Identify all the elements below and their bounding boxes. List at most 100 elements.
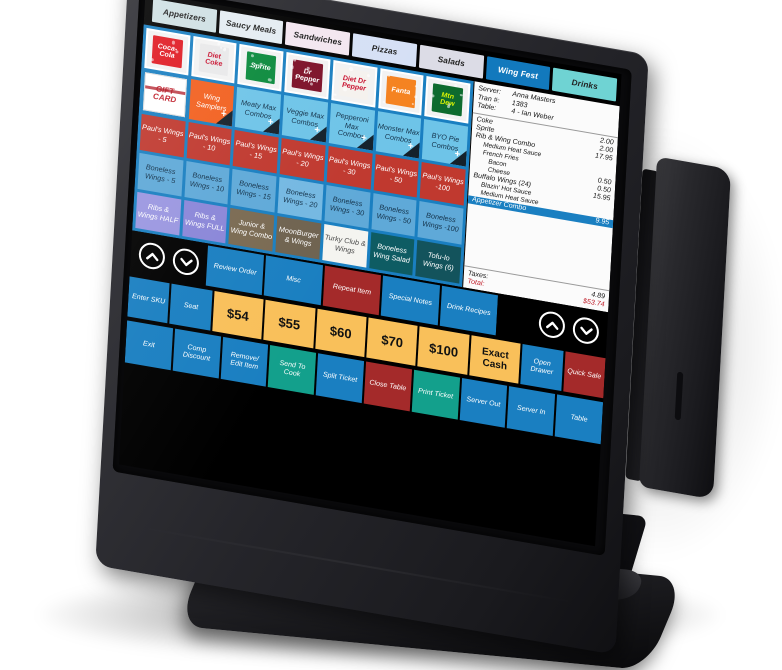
action-button-table[interactable]: Table [555,394,603,444]
add-modifier-plus-icon[interactable] [450,148,467,167]
product-button-label: Tofu-lo Wings (6) [417,249,460,274]
product-button-dr-pepper[interactable]: Dr Pepper [284,52,330,100]
pay-button-exact-cash[interactable]: Exact Cash [469,335,521,384]
function-button-special-notes[interactable]: Special Notes [381,276,440,326]
product-button-label: Paul's Wings - 50 [375,163,418,188]
product-button-meaty-max-combos[interactable]: Meaty Max Combos [235,87,281,135]
order-receipt-panel: Server: Anna Masters Tran #: 1383 Table:… [462,81,620,312]
tab-label: Sandwiches [293,30,342,47]
bubble-decoration [447,104,450,108]
bubble-decoration [212,49,215,52]
bubble-decoration [366,73,370,77]
pay-button--60[interactable]: $60 [315,309,367,358]
product-button-tofu-lo-wings-6[interactable]: Tofu-lo Wings (6) [416,240,462,284]
scroll-down-icon-left[interactable] [172,247,199,277]
product-button-label: Paul's Wings - 20 [281,147,324,172]
add-modifier-plus-icon[interactable] [263,116,280,135]
add-modifier-plus-icon[interactable] [216,108,233,127]
pay-button-seat[interactable]: Seat [170,284,213,331]
product-button-veggie-max-combos[interactable]: Veggie Max Combos [282,95,328,143]
product-button-sprite[interactable]: Sprite [238,44,284,92]
bubble-decoration [454,83,457,87]
product-button-paul-s-wings-15[interactable]: Paul's Wings - 15 [233,130,279,174]
product-button-paul-s-wings-5[interactable]: Paul's Wings - 5 [140,114,186,158]
product-button-turky-club-wings[interactable]: Turky Club & Wings [322,224,368,268]
product-button-label: Boneless Wings -100 [419,210,462,235]
product-button-diet-dr-pepper[interactable]: Diet Dr Pepper [331,60,377,108]
pay-button--54[interactable]: $54 [212,291,264,340]
product-button-paul-s-wings-30[interactable]: Paul's Wings - 30 [327,146,373,190]
product-button-boneless-wings-10[interactable]: Boneless Wings - 10 [184,161,230,205]
product-button-paul-s-wings-100[interactable]: Paul's Wings -100 [420,162,466,206]
product-button-pepperoni-max-combos[interactable]: Pepperoni Max Combos [329,103,375,151]
action-button-server-in[interactable]: Server In [507,386,555,436]
product-button-diet-coke[interactable]: Diet Coke [191,36,237,84]
product-button-moonburger-wings[interactable]: MoonBurger & Wings [275,216,321,260]
action-button-exit[interactable]: Exit [125,320,173,370]
product-button-fanta[interactable]: Fanta [378,68,424,116]
receipt-item-list[interactable]: Coke 2.00 Sprite 2.00 Rib & Wing Combo 17.95 M… [464,113,618,290]
product-button-byo-pie-combos[interactable]: BYO Pie Combos [422,119,468,167]
pay-button-quick-sale[interactable]: Quick Sale [563,351,606,398]
pay-button--70[interactable]: $70 [366,317,418,366]
product-button-label: Boneless Wings - 20 [279,186,322,211]
action-button-remove-edit-item[interactable]: Remove/ Edit Item [220,337,268,387]
action-button-comp-discount[interactable]: Comp Discount [173,329,221,379]
product-button-coca-cola[interactable]: Coca-Cola [144,28,190,76]
product-button-junior-wing-combo[interactable]: Junior & Wing Combo [229,208,275,252]
function-button-repeat-item[interactable]: Repeat Item [323,266,382,316]
add-modifier-plus-icon[interactable] [356,132,373,151]
scroll-up-icon-left[interactable] [138,241,165,271]
product-button-paul-s-wings-20[interactable]: Paul's Wings - 20 [280,138,326,182]
action-button-label: Comp Discount [175,342,218,365]
action-button-close-table[interactable]: Close Table [364,361,412,411]
pos-terminal-scene: Appetizers Saucy Meals Sandwiches Pizzas Sal… [0,0,782,670]
scroll-up-icon-right[interactable] [538,310,565,340]
add-modifier-plus-icon[interactable] [310,124,327,143]
receipt-item-price [608,163,612,171]
product-button-ribs-wings-half[interactable]: Ribs & Wings HALF [135,192,181,236]
function-button-label: Repeat Item [333,283,372,298]
action-button-server-out[interactable]: Server Out [459,378,507,428]
action-button-send-to-cook[interactable]: Send To Cook [268,345,316,395]
add-modifier-plus-icon[interactable] [403,140,420,159]
product-button-ribs-wings-full[interactable]: Ribs & Wings FULL [182,200,228,244]
function-strip-spacer [496,295,532,341]
action-button-split-ticket[interactable]: Split Ticket [316,353,364,403]
pay-button-open-drawer[interactable]: Open Drawer [521,344,564,391]
product-button-paul-s-wings-50[interactable]: Paul's Wings - 50 [373,154,419,198]
function-button-drink-recipes[interactable]: Drink Recipes [439,286,498,336]
product-button-label: Boneless Wings - 10 [186,170,229,195]
pay-button--55[interactable]: $55 [263,300,315,349]
pay-button--100[interactable]: $100 [418,326,470,375]
product-button-label: Boneless Wings - 30 [326,194,369,219]
product-button-label: Ribs & Wings HALF [137,201,180,226]
function-button-misc[interactable]: Misc [264,255,323,305]
product-button-boneless-wings-100[interactable]: Boneless Wings -100 [418,201,464,245]
pay-button-label: $55 [278,315,301,334]
product-button-boneless-wing-salad[interactable]: Boneless Wing Salad [369,232,415,276]
product-button-boneless-wings-30[interactable]: Boneless Wings - 30 [324,185,370,229]
pay-button-label: Enter SKU [132,293,166,307]
product-button-boneless-wings-5[interactable]: Boneless Wings - 5 [137,153,183,197]
product-button-monster-max-combos[interactable]: Monster Max Combos [375,111,421,159]
product-button-boneless-wings-20[interactable]: Boneless Wings - 20 [278,177,324,221]
product-button-wing-samplers[interactable]: Wing Samplers [189,79,235,127]
bubble-decoration [460,93,463,96]
product-button-boneless-wings-15[interactable]: Boneless Wings - 15 [231,169,277,213]
product-button-boneless-wings-50[interactable]: Boneless Wings - 50 [371,193,417,237]
product-button-label: Turky Club & Wings [324,233,367,258]
product-button-mountain-dew[interactable]: Mtn Dew [425,76,471,124]
product-button-gift-card[interactable]: GIFT CARD [142,71,188,119]
brand-logo-coca-cola: Coca-Cola [146,30,188,73]
scroll-down-icon-right[interactable] [572,315,599,345]
action-button-print-ticket[interactable]: Print Ticket [412,370,460,420]
product-button-label: Paul's Wings - 30 [328,155,371,180]
pay-button-label: $100 [429,341,459,361]
action-button-label: Send To Cook [271,358,314,381]
pay-button-label: Quick Sale [567,368,601,382]
gift-card-tile: GIFT CARD [143,72,187,117]
function-button-review-order[interactable]: Review Order [206,245,265,295]
product-button-paul-s-wings-10[interactable]: Paul's Wings - 10 [186,122,232,166]
pay-button-enter-sku[interactable]: Enter SKU [127,276,170,323]
